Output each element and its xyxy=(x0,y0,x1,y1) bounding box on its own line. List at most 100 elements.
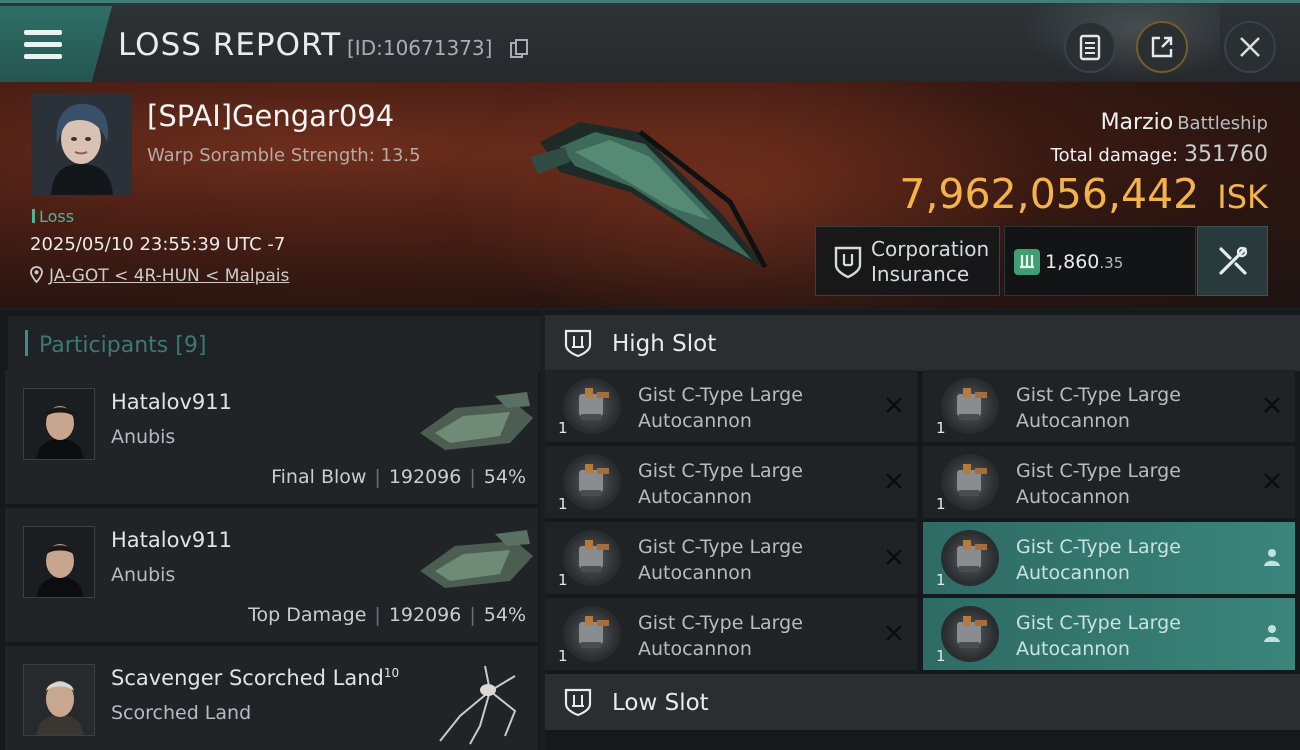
destroyed-icon xyxy=(886,549,902,565)
module-name-line2: Autocannon xyxy=(638,562,752,584)
high-slot-header[interactable]: High Slot xyxy=(545,315,1300,371)
participant-name: Hatalov911 xyxy=(111,528,232,552)
insurance-label-2: Insurance xyxy=(871,262,970,286)
victim-ship[interactable]: Marzio Battleship xyxy=(1101,110,1268,135)
close-button[interactable] xyxy=(1224,21,1276,73)
low-slot-title: Low Slot xyxy=(612,690,709,716)
fitting-tools-button[interactable] xyxy=(1197,226,1268,296)
participant-row[interactable]: Hatalov911 Anubis Final Blow | 192096 | 54% xyxy=(5,370,538,504)
corporation-insurance-button[interactable]: Corporation Insurance xyxy=(815,226,1000,296)
participant-ship-image xyxy=(420,392,533,450)
module-name: Gist C-Type Large Autocannon xyxy=(638,382,868,434)
avatar xyxy=(23,664,95,736)
module-name-line1: Gist C-Type Large xyxy=(1016,536,1181,558)
pilot-icon xyxy=(1264,625,1280,642)
module-tile[interactable]: 1 Gist C-Type Large Autocannon xyxy=(923,598,1295,670)
module-name: Gist C-Type Large Autocannon xyxy=(638,458,868,510)
module-quantity: 1 xyxy=(558,571,568,589)
participants-title: Participants xyxy=(39,333,169,358)
participant-damage: 192096 xyxy=(388,604,462,626)
module-tile[interactable]: 1 Gist C-Type Large Autocannon xyxy=(545,522,917,594)
module-name-line1: Gist C-Type Large xyxy=(638,460,803,482)
total-damage: Total damage: 351760 xyxy=(1051,142,1268,167)
module-tile[interactable]: 1 Gist C-Type Large Autocannon xyxy=(545,598,917,670)
victim-portrait[interactable] xyxy=(31,94,132,195)
participant-row[interactable]: Hatalov911 Anubis Top Damage | 192096 | 54% xyxy=(5,508,538,642)
share-button[interactable] xyxy=(1136,21,1188,73)
participant-name: Hatalov911 xyxy=(111,390,232,414)
plex-value: 1,860.35 xyxy=(1004,226,1196,296)
destroyed-icon xyxy=(1264,473,1280,489)
module-tile[interactable]: 1 Gist C-Type Large Autocannon xyxy=(923,370,1295,442)
module-name: Gist C-Type Large Autocannon xyxy=(1016,610,1246,662)
plex-icon xyxy=(1014,249,1040,275)
clipboard-button[interactable] xyxy=(1064,21,1116,73)
participant-name: Scavenger Scorched Land10 xyxy=(111,666,400,690)
participant-damage: 192096 xyxy=(388,466,462,488)
isk-amount: 7,962,056,442 xyxy=(899,170,1200,218)
module-name: Gist C-Type Large Autocannon xyxy=(638,610,868,662)
kill-location[interactable]: JA-GOT < 4R-HUN < Malpais xyxy=(30,266,289,286)
module-tile[interactable]: 1 Gist C-Type Large Autocannon xyxy=(923,522,1295,594)
autocannon-icon xyxy=(563,378,621,434)
module-name: Gist C-Type Large Autocannon xyxy=(1016,382,1246,434)
ship-name: Marzio xyxy=(1100,110,1174,135)
kill-datetime: 2025/05/10 23:55:39 UTC -7 xyxy=(30,234,286,255)
participants-header[interactable]: Participants [9] xyxy=(8,316,540,373)
autocannon-icon xyxy=(941,378,999,434)
participant-ship: Anubis xyxy=(111,564,176,586)
participant-percent: 54% xyxy=(483,604,526,626)
module-name-line2: Autocannon xyxy=(638,410,752,432)
copy-icon[interactable] xyxy=(510,39,528,59)
plex-decimal: .35 xyxy=(1099,254,1124,272)
module-name-line2: Autocannon xyxy=(1016,410,1130,432)
destroyed-icon xyxy=(1264,397,1280,413)
low-slot-header[interactable]: Low Slot xyxy=(545,674,1300,730)
page-title: LOSS REPORT xyxy=(118,27,342,63)
module-tile[interactable]: 1 Gist C-Type Large Autocannon xyxy=(545,446,917,518)
insurance-icon xyxy=(834,246,862,279)
autocannon-icon xyxy=(563,606,621,662)
title-bar: LOSS REPORT [ID:10671373] xyxy=(0,0,1300,85)
high-slot-icon xyxy=(564,329,592,358)
autocannon-icon xyxy=(563,530,621,586)
module-name-line2: Autocannon xyxy=(638,486,752,508)
participant-role: Final Blow xyxy=(271,466,367,488)
loss-status: Loss xyxy=(32,207,74,226)
participants-count: [9] xyxy=(175,333,207,358)
module-name-line2: Autocannon xyxy=(1016,486,1130,508)
isk-value: 7,962,056,442 ISK xyxy=(899,170,1268,218)
module-quantity: 1 xyxy=(936,419,946,437)
participant-stats: Top Damage | 192096 | 54% xyxy=(248,604,526,626)
ship-class: Battleship xyxy=(1177,113,1268,134)
module-name-line1: Gist C-Type Large xyxy=(1016,460,1181,482)
participant-level: 10 xyxy=(383,666,400,680)
victim-name[interactable]: [SPAI]Gengar094 xyxy=(147,99,394,133)
menu-icon xyxy=(24,30,62,60)
clipboard-icon xyxy=(1079,34,1101,61)
participant-stats: Final Blow | 192096 | 54% xyxy=(271,466,526,488)
total-damage-label: Total damage: xyxy=(1050,145,1179,166)
fitting-panel: High Slot 1 Gist C-Type Large Autocannon 1 G… xyxy=(545,310,1300,750)
destroyed-icon xyxy=(886,625,902,641)
participants-panel: Participants [9] Hatalov911 Anubis Final… xyxy=(0,310,540,750)
plex-amount: 1,860 xyxy=(1045,251,1100,273)
module-name: Gist C-Type Large Autocannon xyxy=(638,534,868,586)
participant-row[interactable]: Scavenger Scorched Land10 Scorched Land xyxy=(5,646,538,750)
menu-button[interactable] xyxy=(0,6,112,82)
isk-unit: ISK xyxy=(1217,178,1268,216)
location-link[interactable]: JA-GOT < 4R-HUN < Malpais xyxy=(49,266,289,286)
victim-ship-image xyxy=(530,122,768,269)
warp-scramble-strength: Warp Soramble Strength: 13.5 xyxy=(147,145,421,166)
participant-ship-image xyxy=(420,530,533,588)
module-quantity: 1 xyxy=(936,495,946,513)
autocannon-icon xyxy=(941,454,999,510)
module-name: Gist C-Type Large Autocannon xyxy=(1016,458,1246,510)
module-tile[interactable]: 1 Gist C-Type Large Autocannon xyxy=(545,370,917,442)
wrench-icon xyxy=(1218,246,1247,275)
module-name-line1: Gist C-Type Large xyxy=(638,384,803,406)
module-tile[interactable]: 1 Gist C-Type Large Autocannon xyxy=(923,446,1295,518)
autocannon-icon xyxy=(941,606,999,662)
total-damage-value: 351760 xyxy=(1184,142,1268,167)
avatar xyxy=(23,526,95,598)
